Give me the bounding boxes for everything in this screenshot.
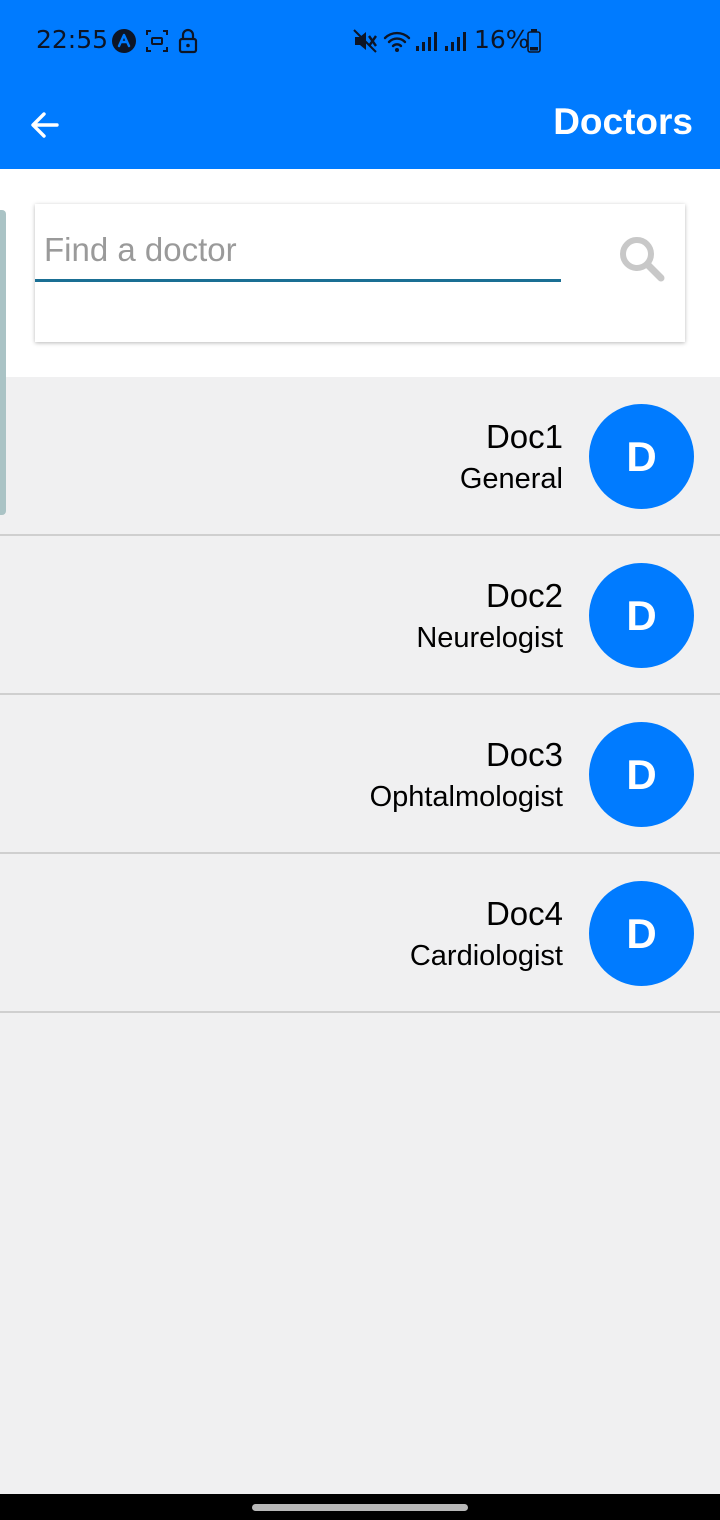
app-bar: Doctors [0, 84, 720, 169]
screenshot-icon [146, 30, 168, 52]
doctor-info: Doc1 General [460, 417, 563, 497]
home-indicator[interactable] [252, 1504, 468, 1511]
avatar: D [589, 404, 694, 509]
avatar: D [589, 722, 694, 827]
mute-icon [353, 29, 377, 53]
search-icon[interactable] [617, 234, 667, 284]
search-card [35, 204, 685, 342]
back-button[interactable] [18, 98, 72, 152]
avatar: D [589, 563, 694, 668]
lock-icon [178, 28, 198, 54]
avatar-initial: D [626, 591, 657, 639]
doctor-list-item[interactable]: Doc4 Cardiologist D [0, 854, 720, 1013]
doctor-name: Doc1 [485, 418, 563, 455]
avatar-initial: D [626, 750, 657, 798]
doctor-info: Doc4 Cardiologist [410, 894, 563, 974]
navigation-bar [0, 1494, 720, 1520]
doctor-list-item[interactable]: Doc3 Ophtalmologist D [0, 695, 720, 854]
signal-icon [416, 32, 437, 51]
battery-percentage: 16% [474, 25, 530, 54]
doctor-name: Doc2 [485, 577, 563, 614]
doctor-list-item[interactable]: Doc1 General D [0, 377, 720, 536]
search-input[interactable] [35, 220, 561, 282]
doctor-name: Doc3 [485, 736, 563, 773]
status-bar: 22:55 16% [0, 0, 720, 84]
wifi-icon [383, 31, 411, 52]
app-notification-icon [112, 29, 136, 53]
status-time: 22:55 [36, 25, 109, 54]
doctor-info: Doc3 Ophtalmologist [370, 735, 563, 815]
avatar-initial: D [626, 432, 657, 480]
avatar: D [589, 881, 694, 986]
battery-icon [527, 29, 541, 53]
doctor-list: Doc1 General D Doc2 Neurelogist D Doc3 O… [0, 377, 720, 1013]
doctor-specialty: General [459, 463, 563, 495]
doctor-info: Doc2 Neurelogist [416, 576, 563, 656]
doctor-name: Doc4 [485, 895, 563, 932]
avatar-initial: D [626, 909, 657, 957]
page-title: Doctors [553, 101, 693, 142]
signal-icon [445, 32, 466, 51]
doctor-specialty: Ophtalmologist [369, 781, 563, 813]
doctor-specialty: Cardiologist [409, 940, 563, 972]
arrow-left-icon [31, 112, 59, 138]
doctor-list-item[interactable]: Doc2 Neurelogist D [0, 536, 720, 695]
doctor-specialty: Neurelogist [416, 622, 563, 654]
